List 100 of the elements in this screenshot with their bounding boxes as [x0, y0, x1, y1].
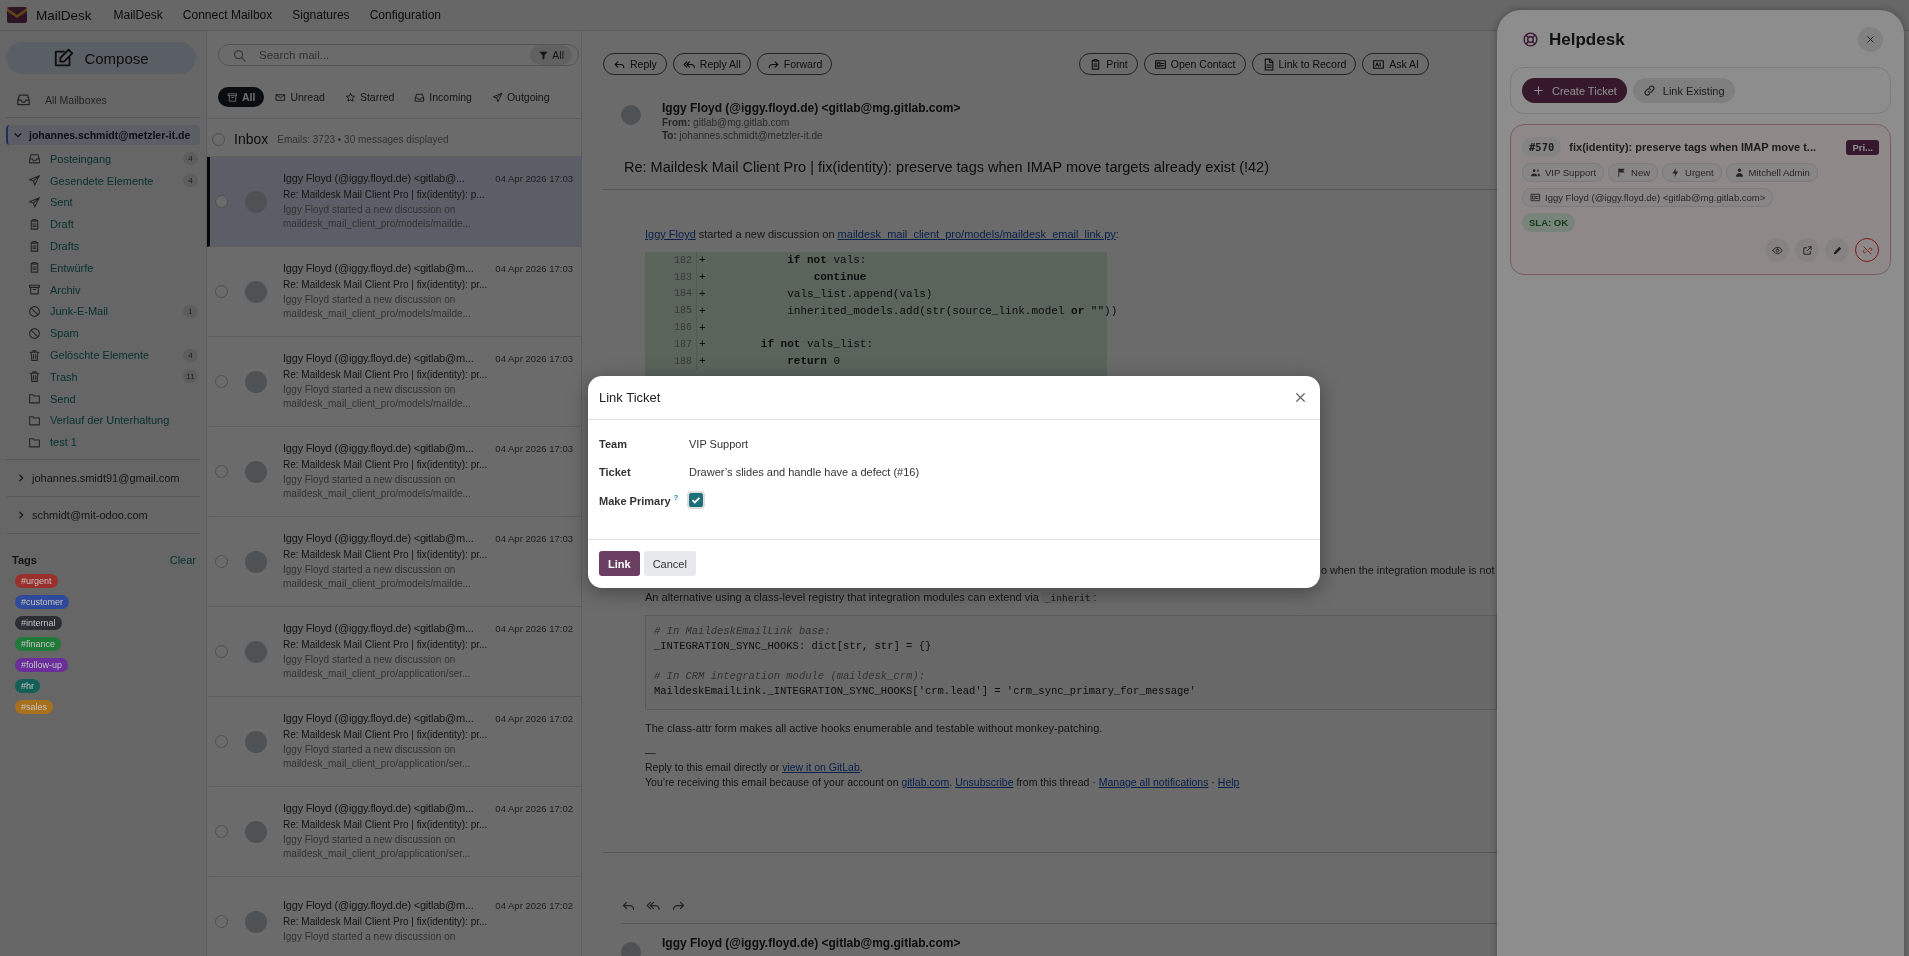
- all-mailboxes-item[interactable]: All Mailboxes: [6, 92, 200, 118]
- nav-link[interactable]: Configuration: [369, 8, 441, 22]
- email-subject: Re: Maildesk Mail Client Pro | fix(identity): p...: [283, 188, 486, 200]
- sender-name: Iggy Floyd (@iggy.floyd.de) <gitlab@m...: [283, 351, 474, 364]
- count-badge: 11: [183, 370, 198, 384]
- link-button[interactable]: Link: [599, 551, 640, 576]
- filter-tab[interactable]: Unread: [266, 87, 334, 107]
- folder-item[interactable]: Trash 11: [28, 365, 200, 388]
- reply-all-button[interactable]: Reply All: [672, 53, 751, 75]
- link-button[interactable]: Link Existing: [1632, 78, 1735, 103]
- folder-item[interactable]: Send: [28, 387, 200, 410]
- account-item[interactable]: johannes.smidt91@gmail.com: [6, 460, 200, 498]
- folder-item[interactable]: Drafts: [28, 235, 200, 257]
- folder-icon: [28, 413, 41, 427]
- link-icon: [1642, 84, 1656, 97]
- sender-name: Iggy Floyd (@iggy.floyd.de) <gitlab@m...: [283, 898, 474, 911]
- nav-link[interactable]: Connect Mailbox: [182, 8, 273, 22]
- code-line: _INTEGRATION_SYNC_HOOKS: dict[str, str] = {}: [654, 639, 933, 654]
- create-button[interactable]: Create Ticket: [1522, 78, 1627, 103]
- row-checkbox[interactable]: [215, 645, 228, 658]
- text-link[interactable]: maildesk_mail_client_pro/models/maildesk_email_link.py: [837, 228, 1116, 240]
- archive-box-icon: [28, 283, 41, 297]
- tag-chip[interactable]: #hr: [15, 679, 40, 694]
- tray-icon: [414, 91, 426, 103]
- code-line: if not vals_list:: [759, 338, 874, 351]
- cancel-button[interactable]: Cancel: [643, 551, 696, 576]
- text-link[interactable]: Unsubscribe: [955, 775, 1014, 788]
- view-button[interactable]: [1765, 238, 1789, 262]
- folder-item[interactable]: Draft: [28, 213, 200, 236]
- folder-item[interactable]: test 1: [28, 431, 200, 454]
- folder-item[interactable]: Archiv: [28, 278, 200, 301]
- select-all-checkbox[interactable]: [212, 132, 225, 146]
- panel-title: Helpdesk: [1549, 29, 1626, 50]
- text-link[interactable]: Manage all notifications: [1098, 775, 1209, 788]
- dialog-title: Link Ticket: [599, 390, 661, 405]
- compose-button[interactable]: Compose: [6, 42, 196, 74]
- row-checkbox[interactable]: [215, 195, 228, 208]
- tag-chip[interactable]: #urgent: [15, 574, 58, 589]
- row-checkbox[interactable]: [215, 915, 228, 928]
- pencil-icon: [1831, 244, 1843, 256]
- toolbar-button[interactable]: Ask AI: [1362, 53, 1429, 75]
- account-item[interactable]: johannes.schmidt@metzler-it.de: [6, 125, 200, 145]
- text-link[interactable]: view it on GitLab: [782, 760, 860, 773]
- reply-button[interactable]: Reply: [603, 53, 667, 75]
- tag-chip[interactable]: #customer: [15, 595, 70, 610]
- row-checkbox[interactable]: [215, 375, 228, 388]
- paper-plane-icon: [28, 174, 41, 188]
- tag-chip[interactable]: #finance: [15, 637, 62, 652]
- trash-icon: [28, 370, 41, 384]
- tag-chip[interactable]: #internal: [15, 616, 62, 631]
- toolbar-button[interactable]: Link to Record: [1251, 53, 1357, 75]
- avatar-placeholder: [245, 550, 267, 573]
- row-checkbox[interactable]: [215, 735, 228, 748]
- body-text: o when the integration module is not: [1321, 563, 1496, 576]
- checkbox[interactable]: [689, 493, 703, 507]
- text-link[interactable]: Help: [1217, 775, 1240, 788]
- folder-item[interactable]: Sent: [28, 191, 200, 214]
- account-item[interactable]: schmidt@mit-odoo.com: [6, 497, 200, 535]
- edit-button[interactable]: [1825, 238, 1849, 262]
- field-label: Make Primary $^{?}$: [599, 493, 680, 507]
- folder-item[interactable]: Junk-E-Mail 1: [28, 300, 200, 323]
- text-link[interactable]: Iggy Floyd: [645, 228, 696, 240]
- search-icon: [232, 47, 247, 63]
- filter-tab[interactable]: Incoming: [405, 87, 481, 107]
- toolbar-button[interactable]: Open Contact: [1143, 53, 1246, 75]
- row-checkbox[interactable]: [215, 285, 228, 298]
- row-checkbox[interactable]: [215, 825, 228, 838]
- sender-name: Iggy Floyd (@iggy.floyd.de) <gitlab@m...: [283, 261, 474, 274]
- ticket-chip: Urgent: [1662, 163, 1722, 182]
- folder-item[interactable]: Entwürfe: [28, 257, 200, 279]
- row-checkbox[interactable]: [215, 465, 228, 478]
- app-name: MailDesk: [36, 7, 92, 23]
- diff-sign: +: [698, 355, 707, 368]
- email-subject: Re: Maildesk Mail Client Pro | fix(identity): preserve tags when IMAP move targets already exist (!42): [624, 159, 1270, 175]
- nav-link[interactable]: MailDesk: [113, 8, 163, 22]
- toolbar-button[interactable]: Print: [1079, 53, 1138, 75]
- diff-sign: +: [698, 321, 707, 334]
- code-line: MaildeskEmailLink._INTEGRATION_SYNC_HOOKS['crm.lead'] = 'crm_sync_primary_for_message': [654, 684, 1197, 699]
- nav-link[interactable]: Signatures: [292, 8, 350, 22]
- sender-name: Iggy Floyd (@iggy.floyd.de) <gitlab@mg.gitlab.com>: [662, 101, 961, 115]
- sender-name: Iggy Floyd (@iggy.floyd.de) <gitlab@m...: [283, 711, 474, 724]
- ticket-chip: VIP Support: [1522, 163, 1605, 182]
- archive-box-icon: [227, 91, 238, 103]
- folder-item[interactable]: Spam: [28, 322, 200, 345]
- filter-tab[interactable]: Starred: [335, 87, 404, 107]
- email-date: 04 Apr 2026 17:03: [495, 262, 573, 274]
- filter-tab[interactable]: Outgoing: [482, 87, 559, 107]
- external-link-icon: [1801, 244, 1813, 256]
- ticket-number: #570: [1522, 137, 1562, 157]
- folder-item[interactable]: Verlauf der Unterhaltung: [28, 409, 200, 432]
- row-checkbox[interactable]: [215, 555, 228, 568]
- filter-tab[interactable]: All: [218, 87, 265, 107]
- clear-link[interactable]: Clear: [169, 554, 196, 567]
- filter-button[interactable]: All: [530, 45, 572, 65]
- flag-icon: [1616, 167, 1628, 178]
- open-button[interactable]: [1795, 238, 1819, 262]
- tag-chip[interactable]: #follow-up: [15, 658, 69, 673]
- forward-button[interactable]: Forward: [756, 53, 833, 75]
- star-icon: [344, 91, 356, 103]
- tag-chip[interactable]: #sales: [15, 700, 53, 715]
